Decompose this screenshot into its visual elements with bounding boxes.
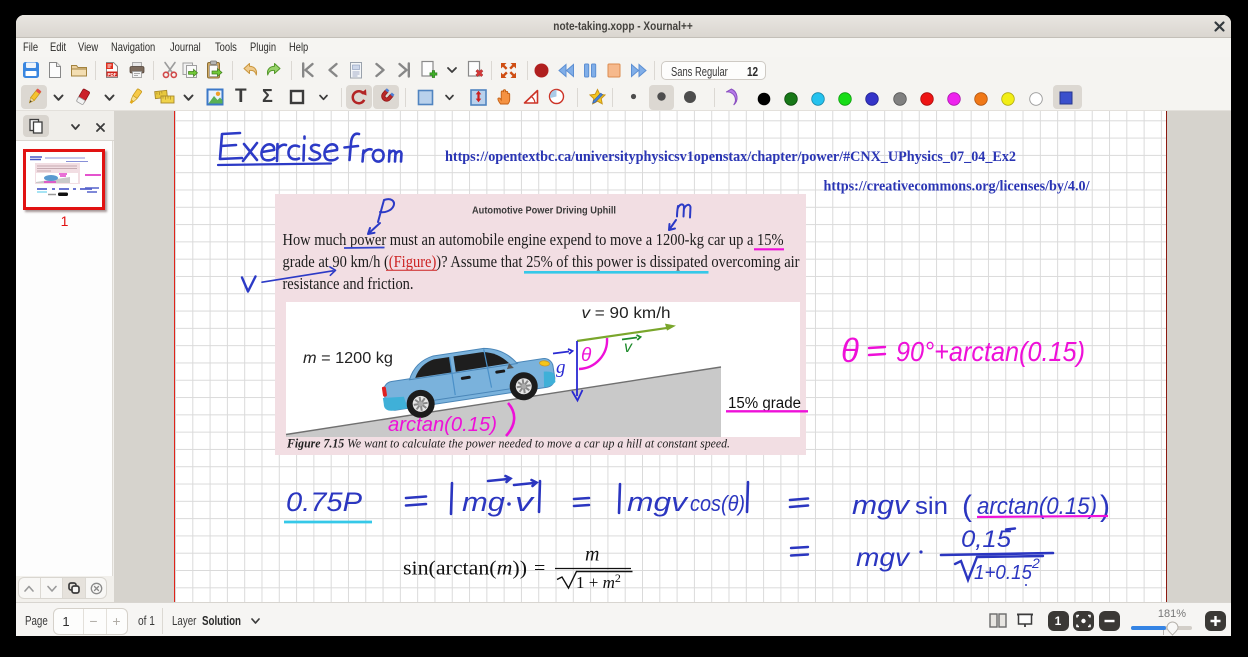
svg-text:θ: θ — [841, 332, 859, 369]
svg-text:grade at 90 km/h ((Figure))? A: grade at 90 km/h ((Figure))? Assume that… — [282, 252, 799, 271]
svg-text:=: = — [534, 558, 545, 580]
svg-text:cos(θ): cos(θ) — [690, 491, 745, 516]
svg-text:Figure 7.15 We want to calcula: Figure 7.15 We want to calculate the pow… — [286, 437, 730, 451]
svg-text:sin(arctan(m)): sin(arctan(m)) — [403, 558, 527, 580]
svg-text:PDF: PDF — [108, 72, 117, 77]
svg-text:v: v — [624, 339, 633, 356]
svg-text:arctan(0.15): arctan(0.15) — [388, 414, 497, 436]
svg-text:0.75P: 0.75P — [286, 487, 362, 517]
svg-text:mg: mg — [462, 487, 505, 517]
svg-text:m: m — [585, 544, 599, 566]
svg-text:): ) — [1100, 490, 1110, 523]
svg-text:https://creativecommons.org/li: https://creativecommons.org/licenses/by/… — [823, 179, 1090, 195]
svg-text:resistance and friction.: resistance and friction. — [282, 274, 413, 293]
svg-text:1 + m2: 1 + m2 — [576, 571, 621, 592]
svg-text:mgv: mgv — [627, 487, 689, 517]
svg-text:v = 90 km/h: v = 90 km/h — [581, 305, 670, 322]
svg-text:m = 1200 kg: m = 1200 kg — [303, 350, 393, 367]
svg-text:(: ( — [962, 490, 972, 523]
svg-text:θ: θ — [581, 345, 592, 366]
svg-text:v: v — [515, 487, 535, 517]
svg-text:15% grade: 15% grade — [728, 395, 801, 412]
svg-text:g: g — [556, 357, 566, 378]
svg-text:sin: sin — [915, 493, 948, 520]
svg-text:2: 2 — [1031, 555, 1040, 571]
svg-text:Automotive Power Driving Uphil: Automotive Power Driving Uphill — [472, 205, 616, 217]
svg-text:How much power must an automob: How much power must an automobile engine… — [282, 230, 783, 249]
svg-text:https://opentextbc.ca/universi: https://opentextbc.ca/universityphysicsv… — [445, 149, 1016, 165]
svg-text:0,15: 0,15 — [961, 526, 1012, 553]
svg-text:1+0.15: 1+0.15 — [974, 562, 1033, 584]
svg-text:mgv: mgv — [852, 490, 911, 520]
svg-text:90°+arctan(0.15): 90°+arctan(0.15) — [896, 336, 1085, 367]
svg-text:mgv: mgv — [856, 542, 911, 572]
